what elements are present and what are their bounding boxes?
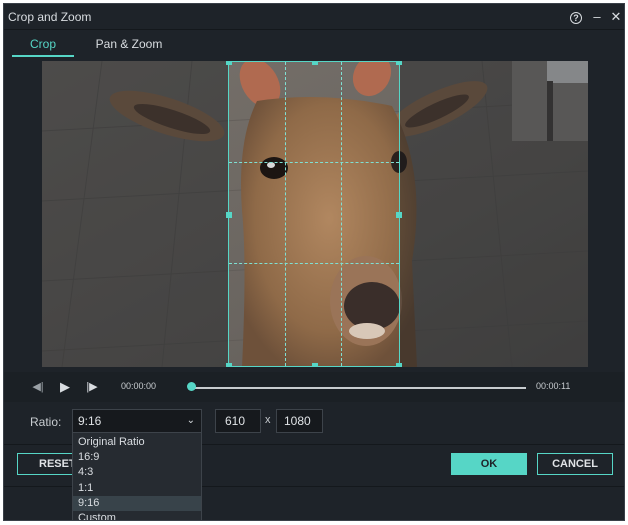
play-icon[interactable]: ▶ (57, 379, 73, 395)
crop-zoom-dialog: Crop and Zoom ? – ✕ Crop Pan & Zoom ◀| ▶… (3, 3, 625, 521)
next-frame-icon[interactable]: |▶ (84, 379, 100, 395)
ratio-dropdown-list: Original Ratio 16:9 4:3 1:1 9:16 Custom (72, 432, 202, 520)
playback-bar: ◀| ▶ |▶ 00:00:00 00:00:11 (4, 372, 624, 402)
prev-frame-icon[interactable]: ◀| (30, 379, 46, 395)
crop-frame[interactable] (226, 61, 402, 367)
ratio-select[interactable]: 9:16 ⌄ (72, 409, 202, 433)
crop-handle-left[interactable] (226, 212, 232, 218)
ok-button[interactable]: OK (451, 453, 527, 475)
close-icon[interactable]: ✕ (607, 8, 624, 26)
ratio-option-original[interactable]: Original Ratio (73, 435, 201, 450)
grid-line (285, 62, 287, 366)
crop-handle-bottom-right[interactable] (396, 363, 402, 367)
tab-pan-zoom[interactable]: Pan & Zoom (84, 31, 174, 57)
grid-line (229, 162, 399, 164)
grid-line (229, 262, 399, 264)
ratio-option-4-3[interactable]: 4:3 (73, 465, 201, 480)
ratio-option-1-1[interactable]: 1:1 (73, 481, 201, 496)
times-sign: x (265, 414, 271, 426)
crop-handle-top[interactable] (312, 61, 318, 65)
ratio-selected-value: 9:16 (78, 414, 102, 428)
crop-handle-top-right[interactable] (396, 61, 402, 65)
dim-overlay-left (42, 61, 228, 367)
tab-bar: Crop Pan & Zoom (4, 31, 624, 57)
crop-handle-top-left[interactable] (226, 61, 232, 65)
grid-line (341, 62, 343, 366)
crop-height-field[interactable]: 1080 (276, 409, 323, 433)
help-icon[interactable]: ? (567, 8, 585, 26)
video-preview (42, 61, 588, 367)
ratio-option-9-16[interactable]: 9:16 (73, 496, 201, 511)
ratio-option-16-9[interactable]: 16:9 (73, 450, 201, 465)
ratio-option-custom[interactable]: Custom (73, 511, 201, 520)
current-time: 00:00:00 (121, 381, 157, 391)
crop-handle-bottom-left[interactable] (226, 363, 232, 367)
chevron-down-icon[interactable]: ⌄ (187, 410, 195, 432)
end-time: 00:00:11 (536, 381, 571, 391)
ratio-label: Ratio: (30, 415, 62, 429)
dim-overlay-right (400, 61, 588, 367)
timeline-scrubber[interactable] (187, 382, 196, 391)
crop-handle-bottom[interactable] (312, 363, 318, 367)
crop-width-field[interactable]: 610 (215, 409, 261, 433)
timeline-track[interactable] (192, 387, 526, 389)
window-title: Crop and Zoom (8, 10, 92, 24)
minimize-icon[interactable]: – (588, 8, 606, 26)
cancel-button[interactable]: CANCEL (537, 453, 613, 475)
crop-handle-right[interactable] (396, 212, 402, 218)
title-bar: Crop and Zoom ? – ✕ (4, 4, 624, 30)
tab-crop[interactable]: Crop (12, 31, 74, 57)
